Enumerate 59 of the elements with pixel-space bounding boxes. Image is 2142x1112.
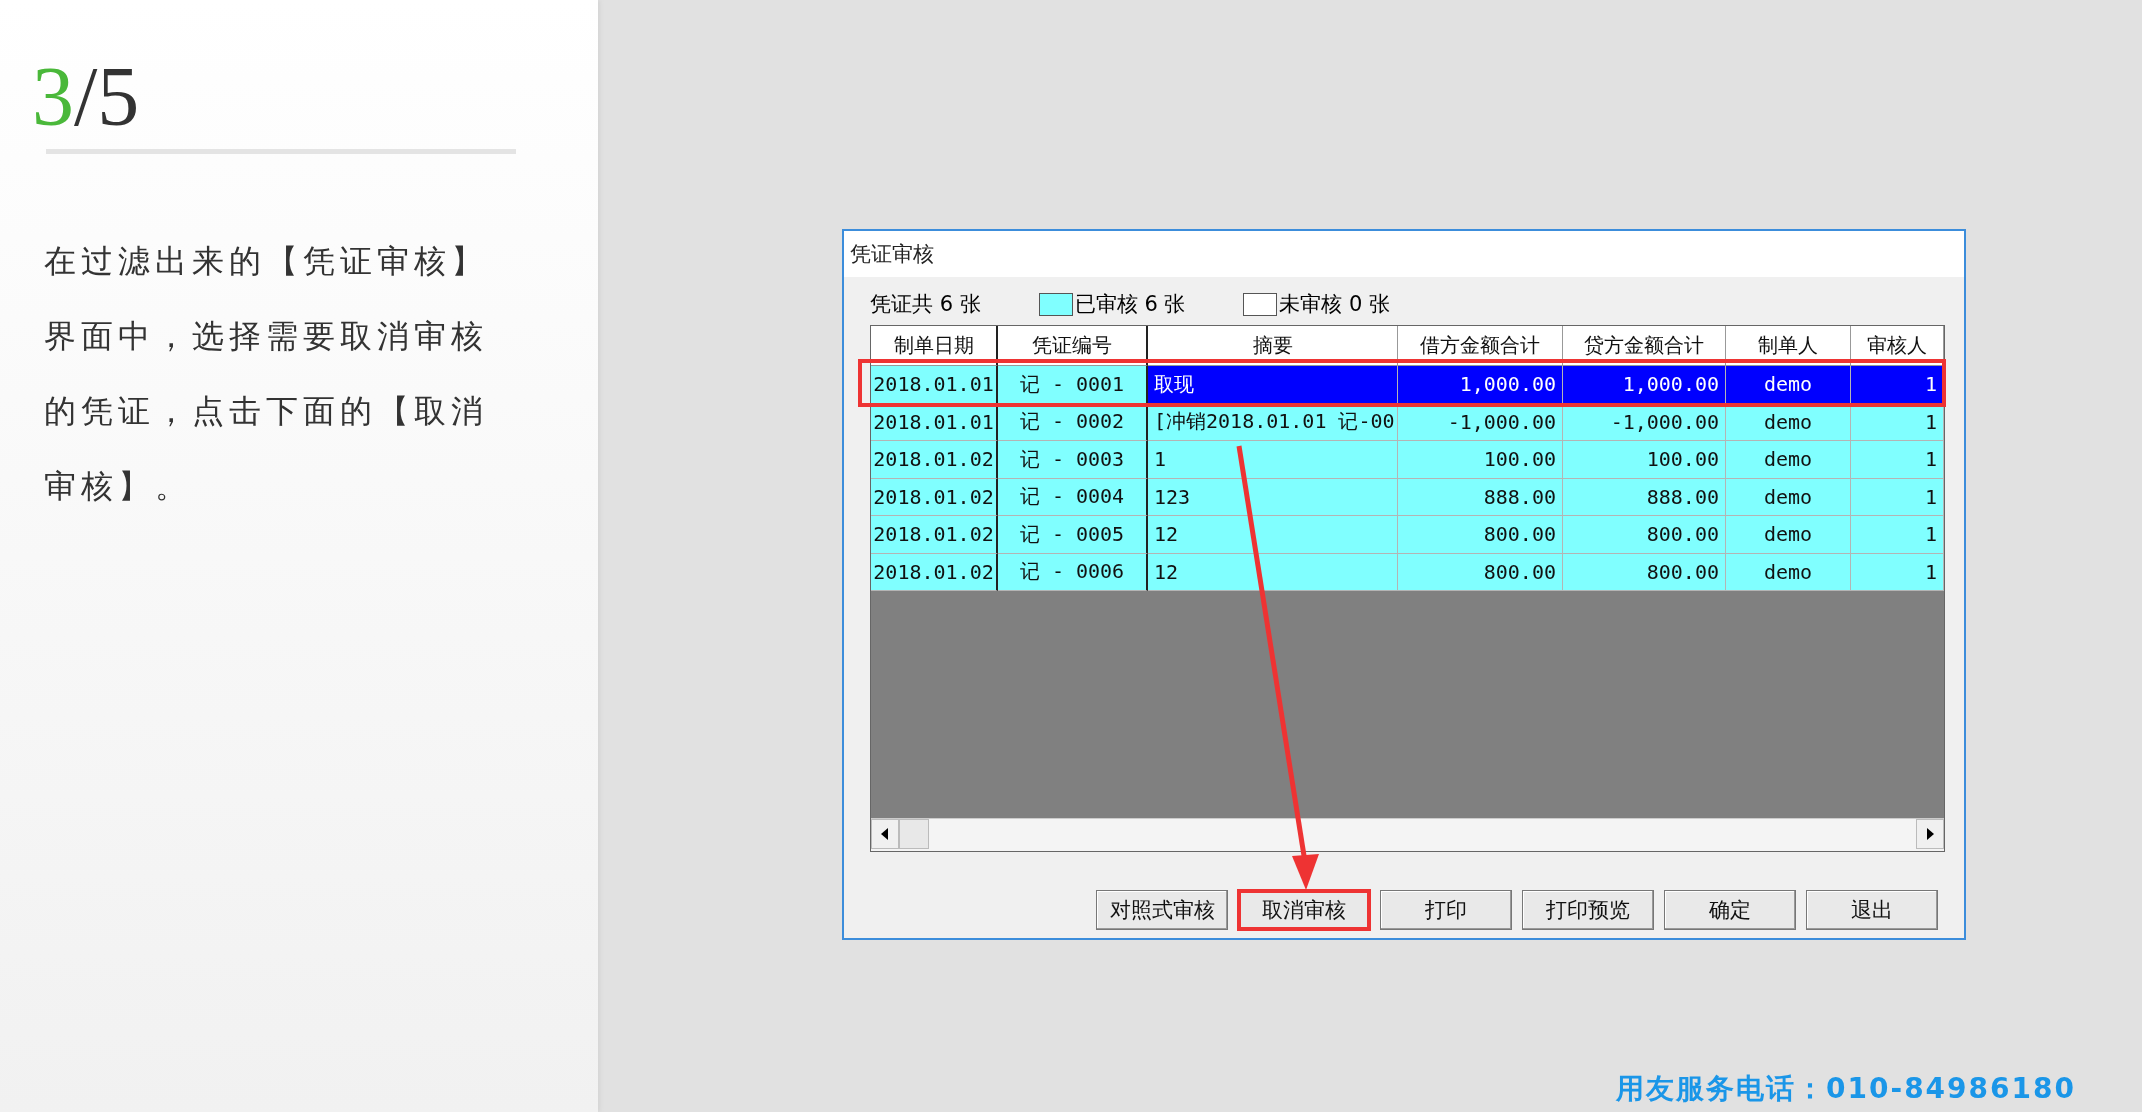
column-header: 审核人 — [1851, 326, 1944, 366]
table-cell: 2018.01.02 — [871, 478, 998, 516]
scrollbar-thumb[interactable] — [899, 819, 929, 849]
table-cell: 12 — [1148, 516, 1398, 554]
table-cell: 1 — [1851, 441, 1944, 479]
legend-label: 已审核 6 张 — [1074, 291, 1186, 318]
dialog-button[interactable]: 打印预览 — [1522, 890, 1654, 930]
table-cell: 1,000.00 — [1398, 366, 1563, 404]
table-cell: 2018.01.02 — [871, 441, 998, 479]
column-header: 制单人 — [1726, 326, 1851, 366]
table-cell: 2018.01.02 — [871, 553, 998, 591]
column-header: 贷方金额合计 — [1563, 326, 1726, 366]
window-title: 凭证审核 — [844, 231, 1964, 277]
table-cell: demo — [1726, 553, 1851, 591]
table-cell: 888.00 — [1398, 478, 1563, 516]
table-cell: 2018.01.01 — [871, 366, 998, 404]
table-cell: 800.00 — [1563, 516, 1726, 554]
column-header: 制单日期 — [871, 326, 998, 366]
table-cell: demo — [1726, 366, 1851, 404]
scroll-left-icon[interactable] — [871, 819, 899, 849]
table-cell: 100.00 — [1398, 441, 1563, 479]
column-header: 摘要 — [1148, 326, 1398, 366]
table-cell: demo — [1726, 478, 1851, 516]
dialog-button[interactable]: 打印 — [1380, 890, 1512, 930]
scroll-right-icon[interactable] — [1916, 819, 1944, 849]
table-cell: demo — [1726, 441, 1851, 479]
table-cell: 2018.01.02 — [871, 516, 998, 554]
table-cell: 800.00 — [1398, 553, 1563, 591]
table-cell: 1 — [1851, 553, 1944, 591]
table-cell: 800.00 — [1563, 553, 1726, 591]
column-header: 凭证编号 — [998, 326, 1148, 366]
dialog-button[interactable]: 取消审核 — [1238, 890, 1370, 930]
table-cell: 1 — [1851, 366, 1944, 404]
voucher-count: 凭证共 6 张 — [870, 291, 981, 318]
table-cell: 1,000.00 — [1563, 366, 1726, 404]
table-cell: 1 — [1851, 478, 1944, 516]
table-cell: 记 - 0006 — [998, 553, 1148, 591]
table-cell: 100.00 — [1563, 441, 1726, 479]
table-cell: 123 — [1148, 478, 1398, 516]
table-cell: 1 — [1851, 516, 1944, 554]
legend-label: 未审核 0 张 — [1279, 291, 1391, 318]
step-counter: 3/5 — [32, 55, 140, 139]
table-cell: 800.00 — [1398, 516, 1563, 554]
table-cell: demo — [1726, 516, 1851, 554]
table-cell: 1 — [1148, 441, 1398, 479]
table-cell: 记 - 0001 — [998, 366, 1148, 404]
table-cell: 记 - 0004 — [998, 478, 1148, 516]
column-header: 借方金额合计 — [1398, 326, 1563, 366]
table-cell: 取现 — [1148, 366, 1398, 404]
dialog-button[interactable]: 退出 — [1806, 890, 1938, 930]
dialog-button[interactable]: 确定 — [1664, 890, 1796, 930]
instruction-text: 在过滤出来的【凭证审核】界面中，选择需要取消审核的凭证，点击下面的【取消审核】。 — [44, 241, 489, 507]
table-cell: 记 - 0005 — [998, 516, 1148, 554]
table-cell: 12 — [1148, 553, 1398, 591]
table-cell: 888.00 — [1563, 478, 1726, 516]
horizontal-scrollbar[interactable] — [871, 818, 1944, 851]
dialog-button[interactable]: 对照式审核 — [1096, 890, 1228, 930]
service-phone-text: 用友服务电话：010-84986180 — [1616, 1071, 2076, 1107]
table-cell: 记 - 0003 — [998, 441, 1148, 479]
